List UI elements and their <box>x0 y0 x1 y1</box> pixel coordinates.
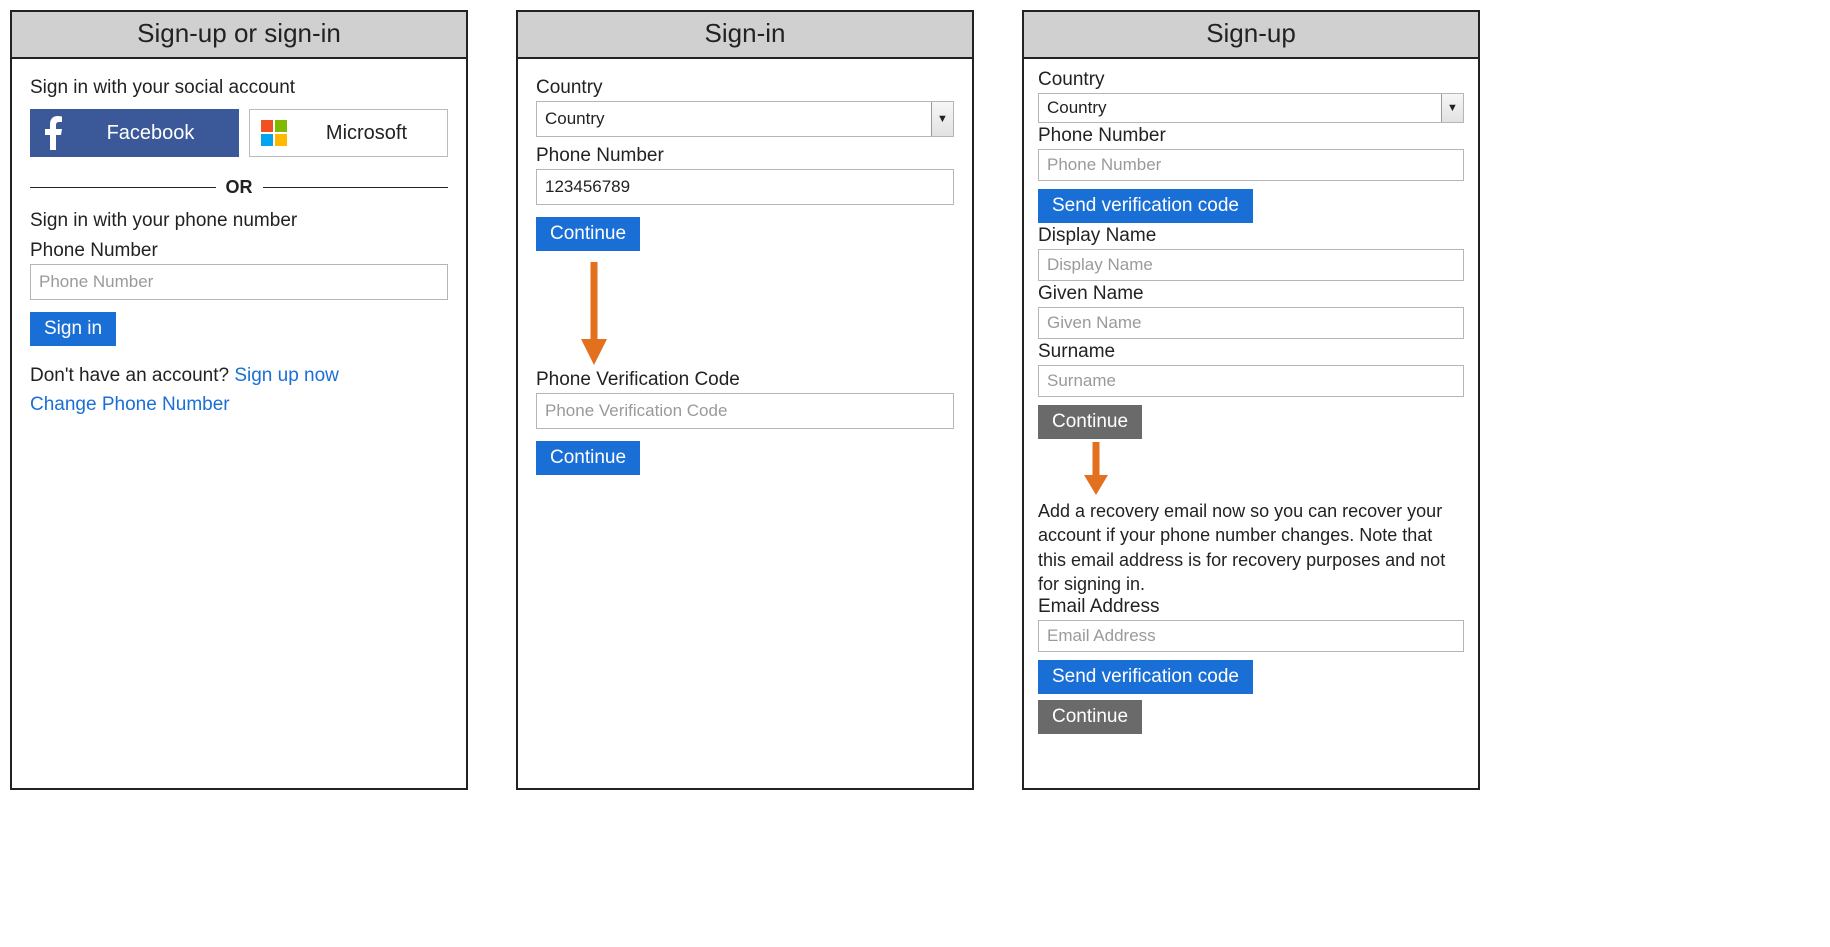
given-name-input[interactable] <box>1038 307 1464 339</box>
change-phone-link[interactable]: Change Phone Number <box>30 394 230 415</box>
given-name-label: Given Name <box>1038 283 1464 305</box>
phone-label: Phone Number <box>536 145 954 167</box>
continue-button-2[interactable]: Continue <box>1038 700 1142 734</box>
continue-button-1[interactable]: Continue <box>1038 405 1142 439</box>
country-select[interactable] <box>536 101 954 137</box>
send-verification-code-button[interactable]: Send verification code <box>1038 189 1253 223</box>
social-heading: Sign in with your social account <box>30 77 448 99</box>
panel-title: Sign-up or sign-in <box>12 12 466 59</box>
display-name-input[interactable] <box>1038 249 1464 281</box>
phone-heading: Sign in with your phone number <box>30 210 448 232</box>
verification-code-label: Phone Verification Code <box>536 369 954 391</box>
panel-signin: Sign-in Country ▼ Phone Number Continue … <box>516 10 974 790</box>
phone-input[interactable] <box>1038 149 1464 181</box>
country-select[interactable] <box>1038 93 1464 123</box>
phone-label: Phone Number <box>1038 125 1464 147</box>
facebook-icon <box>31 110 75 156</box>
surname-input[interactable] <box>1038 365 1464 397</box>
verification-code-input[interactable] <box>536 393 954 429</box>
panel-signup-or-signin: Sign-up or sign-in Sign in with your soc… <box>10 10 468 790</box>
facebook-button[interactable]: Facebook <box>30 109 239 157</box>
no-account-text: Don't have an account? <box>30 365 234 386</box>
email-input[interactable] <box>1038 620 1464 652</box>
phone-input[interactable] <box>30 264 448 300</box>
continue-button-1[interactable]: Continue <box>536 217 640 251</box>
send-verification-code-button-2[interactable]: Send verification code <box>1038 660 1253 694</box>
arrow-down-icon <box>574 257 614 367</box>
signin-button[interactable]: Sign in <box>30 312 116 346</box>
arrow-down-icon <box>1078 439 1114 497</box>
facebook-label: Facebook <box>75 122 238 145</box>
microsoft-button[interactable]: Microsoft <box>249 109 448 157</box>
phone-label: Phone Number <box>30 240 448 262</box>
phone-input[interactable] <box>536 169 954 205</box>
email-label: Email Address <box>1038 596 1464 618</box>
country-label: Country <box>1038 69 1464 91</box>
microsoft-label: Microsoft <box>298 122 447 145</box>
microsoft-icon <box>250 110 298 156</box>
or-divider: OR <box>30 177 448 198</box>
display-name-label: Display Name <box>1038 225 1464 247</box>
continue-button-2[interactable]: Continue <box>536 441 640 475</box>
surname-label: Surname <box>1038 341 1464 363</box>
panel-title: Sign-in <box>518 12 972 59</box>
panel-signup: Sign-up Country ▼ Phone Number Send veri… <box>1022 10 1480 790</box>
recovery-note: Add a recovery email now so you can reco… <box>1038 499 1464 596</box>
country-label: Country <box>536 77 954 99</box>
panel-title: Sign-up <box>1024 12 1478 59</box>
or-text: OR <box>226 177 253 198</box>
signup-now-link[interactable]: Sign up now <box>234 365 339 386</box>
